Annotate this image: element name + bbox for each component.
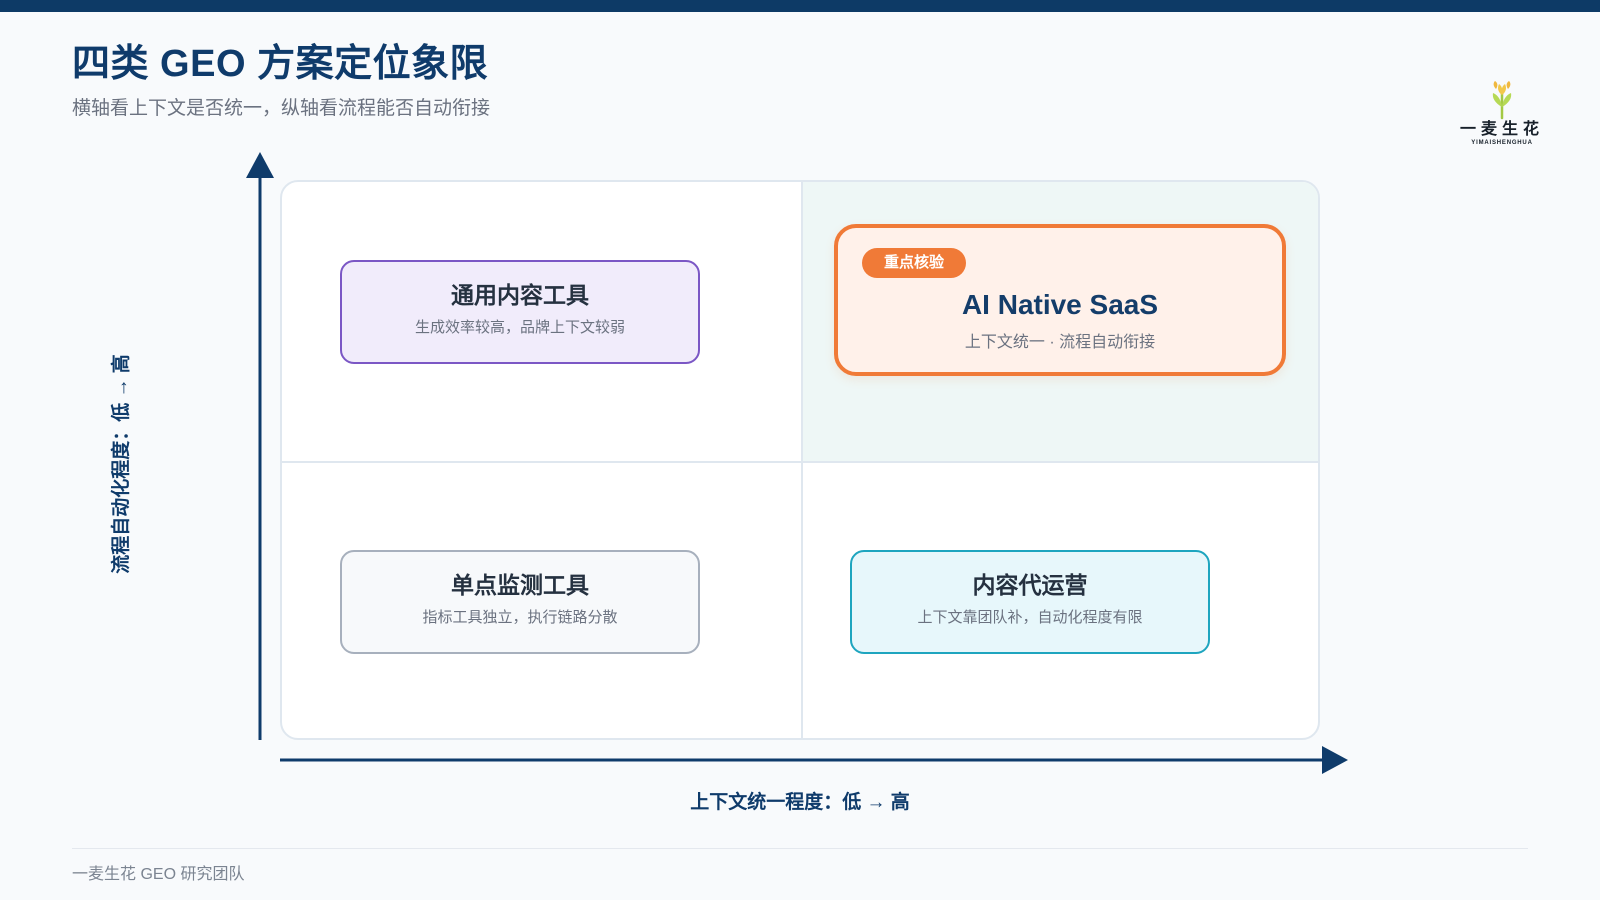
page-subtitle: 横轴看上下文是否统一，纵轴看流程能否自动衔接	[72, 98, 491, 119]
content-agency-operations-title: 内容代运营	[972, 572, 1088, 598]
single-point-monitoring-tools-title: 单点监测工具	[451, 572, 589, 598]
brand-name: 一麦生花	[1459, 121, 1544, 138]
general-content-tools-description: 生成效率较高，品牌上下文较弱	[414, 319, 625, 336]
x-axis-label: 上下文统一程度：低 → 高	[690, 792, 910, 813]
x-axis-arrow-icon	[1322, 746, 1348, 774]
y-axis-arrow-icon	[246, 152, 274, 178]
content-agency-operations-card: 内容代运营 上下文靠团队补，自动化程度有限	[850, 550, 1210, 654]
page-title: 四类 GEO 方案定位象限	[72, 43, 489, 85]
footer-divider	[72, 848, 1528, 849]
horizontal-quadrant-divider	[282, 461, 1318, 463]
slide-page: 四类 GEO 方案定位象限 横轴看上下文是否统一，纵轴看流程能否自动衔接 一麦生…	[0, 0, 1600, 900]
priority-badge: 重点核验	[862, 248, 966, 278]
single-point-monitoring-tools-card: 单点监测工具 指标工具独立，执行链路分散	[340, 550, 700, 654]
general-content-tools-card: 通用内容工具 生成效率较高，品牌上下文较弱	[340, 260, 700, 364]
brand-logo: 一麦生花 YIMAISHENGHUA	[1458, 80, 1546, 150]
ai-native-saas-card: 重点核验 AI Native SaaS 上下文统一 · 流程自动衔接	[834, 224, 1286, 376]
ai-native-saas-description: 上下文统一 · 流程自动衔接	[964, 334, 1156, 351]
top-accent-bar	[0, 0, 1600, 12]
y-axis-label: 流程自动化程度：低 → 高	[111, 354, 132, 574]
content-agency-operations-description: 上下文靠团队补，自动化程度有限	[917, 609, 1143, 626]
footer-credit: 一麦生花 GEO 研究团队	[72, 866, 245, 883]
wheat-flower-icon	[1492, 81, 1512, 120]
brand-pinyin: YIMAISHENGHUA	[1471, 140, 1533, 146]
single-point-monitoring-tools-description: 指标工具独立，执行链路分散	[422, 609, 618, 626]
ai-native-saas-title: AI Native SaaS	[961, 289, 1159, 320]
general-content-tools-title: 通用内容工具	[451, 282, 589, 308]
